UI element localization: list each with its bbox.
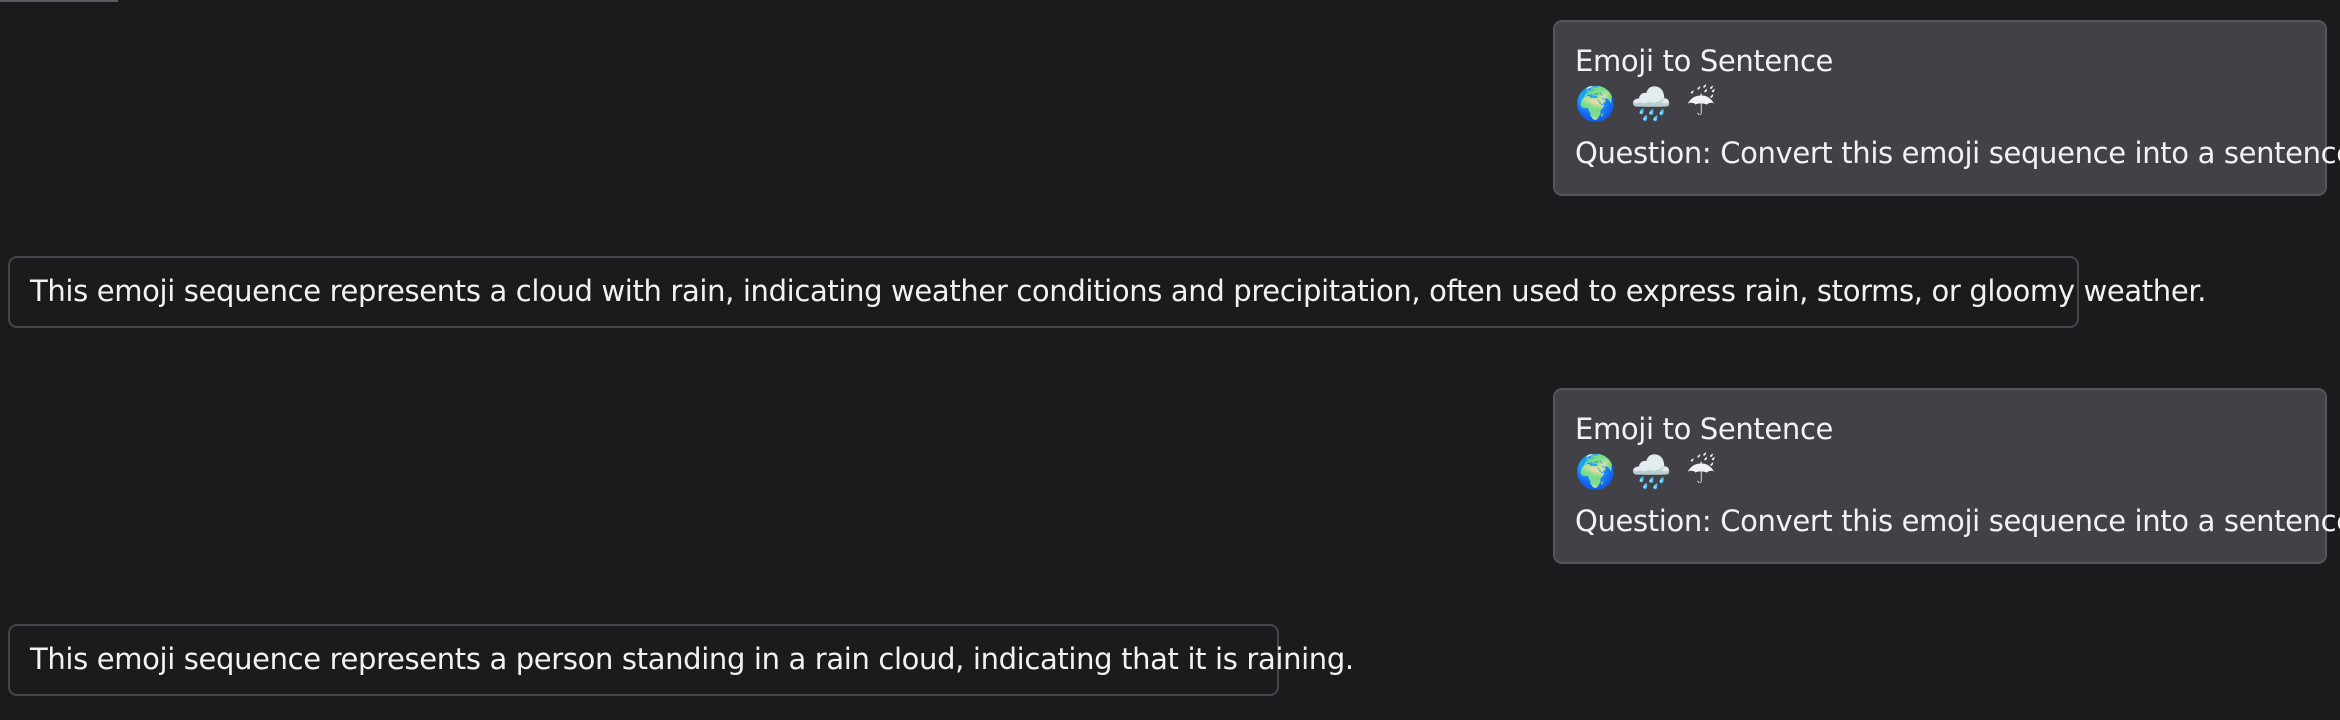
- emoji-sequence: 🌍 🌧️ ☔: [1575, 84, 1718, 123]
- assistant-message: This emoji sequence represents a cloud w…: [8, 256, 2207, 328]
- message-question: Question: Convert this emoji sequence in…: [1575, 136, 2340, 170]
- message-question: Question: Convert this emoji sequence in…: [1575, 504, 2340, 538]
- user-message: Emoji to Sentence 🌍 🌧️ ☔ Question: Conve…: [1553, 388, 2340, 564]
- assistant-message: This emoji sequence represents a person …: [8, 624, 1354, 696]
- message-title: Emoji to Sentence: [1575, 44, 1834, 78]
- top-tab-indicator: [0, 0, 118, 2]
- emoji-sequence: 🌍 🌧️ ☔: [1575, 452, 1718, 491]
- assistant-message-text: This emoji sequence represents a person …: [30, 642, 1354, 676]
- assistant-message-text: This emoji sequence represents a cloud w…: [30, 274, 2207, 308]
- message-title: Emoji to Sentence: [1575, 412, 1834, 446]
- user-message: Emoji to Sentence 🌍 🌧️ ☔ Question: Conve…: [1553, 20, 2340, 196]
